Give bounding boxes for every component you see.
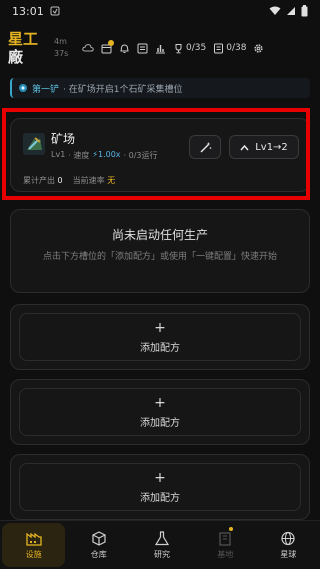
- facility-meta: Lv1 · 速度 ⚡1.00x · 0/3运行: [51, 150, 158, 161]
- current-rate-label: 当前速率: [72, 176, 105, 185]
- logo-line2: 廠: [8, 48, 24, 66]
- add-recipe-label: 添加配方: [140, 342, 180, 354]
- header-icons: 0/35 0/38: [82, 39, 264, 54]
- bell-icon: [120, 43, 129, 53]
- facility-card[interactable]: 矿场 Lv1 · 速度 ⚡1.00x · 0/3运行 Lv1→2 累计产出 0 …: [10, 118, 310, 192]
- speed-value: ⚡1.00x: [92, 150, 121, 159]
- globe-icon: [281, 531, 296, 545]
- nav-planet[interactable]: 星球: [257, 521, 320, 569]
- status-bar: 13:01: [0, 0, 320, 22]
- add-recipe-button[interactable]: + 添加配方: [19, 388, 301, 436]
- facility-name: 矿场: [51, 132, 76, 146]
- plus-icon: +: [154, 469, 166, 486]
- cloud-button[interactable]: [82, 43, 94, 53]
- calendar-button[interactable]: [101, 39, 114, 54]
- recipe-slot-2: + 添加配方: [10, 379, 310, 445]
- bottom-nav: 设施 仓库 研究 基地 星球: [0, 520, 320, 569]
- facility-level: Lv1: [51, 150, 66, 159]
- checklist-icon: [137, 43, 148, 53]
- recipe-slot-1: + 添加配方: [10, 304, 310, 370]
- speed-label: · 速度: [68, 151, 90, 160]
- magic-wand-icon: [200, 141, 211, 152]
- hint-icon: [19, 84, 27, 92]
- stats-button[interactable]: [155, 43, 166, 54]
- catalog-counter[interactable]: 0/38: [213, 43, 246, 54]
- upgrade-label: Lv1→2: [255, 141, 288, 153]
- trophy-counter[interactable]: 0/35: [173, 43, 206, 54]
- nav-warehouse-label: 仓库: [90, 549, 107, 559]
- add-recipe-label: 添加配方: [140, 417, 180, 429]
- calendar-badge: [108, 39, 114, 46]
- nav-base[interactable]: 基地: [194, 521, 257, 569]
- nav-warehouse[interactable]: 仓库: [67, 521, 130, 569]
- total-output-value: 0: [57, 176, 63, 185]
- wifi-icon: [269, 6, 281, 15]
- timer: 4m 37s: [54, 36, 74, 60]
- notification-icon: [50, 6, 60, 16]
- banner-text: · 在矿场开启1个石矿采集槽位: [63, 84, 183, 95]
- recipe-slot-3: + 添加配方: [10, 454, 310, 520]
- factory-icon: [25, 532, 42, 546]
- total-output: 累计产出 0: [23, 175, 63, 186]
- nav-research-label: 研究: [154, 549, 170, 559]
- nav-planet-label: 星球: [280, 549, 297, 559]
- add-recipe-button[interactable]: + 添加配方: [19, 313, 301, 361]
- nav-facilities[interactable]: 设施: [2, 523, 66, 567]
- timer-seconds: 37s: [54, 49, 69, 58]
- tutorial-banner[interactable]: 第一铲 · 在矿场开启1个石矿采集槽位: [10, 78, 310, 98]
- logo-line1: 星工: [8, 30, 39, 48]
- empty-state-title: 尚未启动任何生产: [111, 228, 208, 242]
- upgrade-button[interactable]: Lv1→2: [229, 135, 299, 159]
- add-recipe-label: 添加配方: [140, 492, 180, 504]
- bell-button[interactable]: [119, 43, 130, 54]
- battery-icon: [301, 5, 308, 17]
- total-output-label: 累计产出: [23, 176, 55, 185]
- empty-state-description: 点击下方槽位的「添加配方」或使用「一键配置」快速开始: [42, 252, 277, 262]
- status-time: 13:01: [12, 4, 44, 18]
- nav-research[interactable]: 研究: [130, 521, 193, 569]
- header: 星工 廠 4m 37s 0/35 0/38: [0, 26, 320, 70]
- current-rate-value: 无: [107, 176, 116, 185]
- cube-icon: [92, 530, 106, 546]
- cloud-icon: [82, 44, 94, 52]
- nav-base-badge: [228, 527, 233, 531]
- checklist-button[interactable]: [137, 43, 148, 54]
- building-icon: [219, 531, 231, 546]
- empty-state-card: 尚未启动任何生产 点击下方槽位的「添加配方」或使用「一键配置」快速开始: [10, 209, 310, 293]
- settings-button[interactable]: [253, 43, 264, 54]
- chevron-up-icon: [240, 144, 249, 150]
- mine-icon: [23, 133, 45, 155]
- add-recipe-button[interactable]: + 添加配方: [19, 463, 301, 511]
- trophy-count: 0/35: [186, 43, 207, 53]
- flask-icon: [154, 530, 170, 545]
- signal-icon: [287, 7, 295, 15]
- gear-icon: [254, 43, 264, 53]
- auto-config-button[interactable]: [189, 135, 221, 159]
- catalog-icon: [214, 43, 224, 53]
- app-logo: 星工 廠: [8, 30, 54, 66]
- banner-tag: 第一铲: [32, 84, 60, 95]
- nav-facilities-label: 设施: [25, 549, 42, 559]
- facility-stats: 累计产出 0 当前速率 无: [23, 175, 115, 186]
- timer-minutes: 4m: [54, 37, 67, 46]
- nav-base-label: 基地: [217, 549, 234, 559]
- plus-icon: +: [154, 319, 166, 336]
- catalog-count: 0/38: [226, 43, 247, 53]
- trophy-icon: [175, 43, 182, 53]
- current-rate: 当前速率 无: [73, 175, 116, 186]
- plus-icon: +: [154, 394, 166, 411]
- bar-chart-icon: [156, 44, 165, 53]
- running-count: · 0/3运行: [123, 151, 158, 160]
